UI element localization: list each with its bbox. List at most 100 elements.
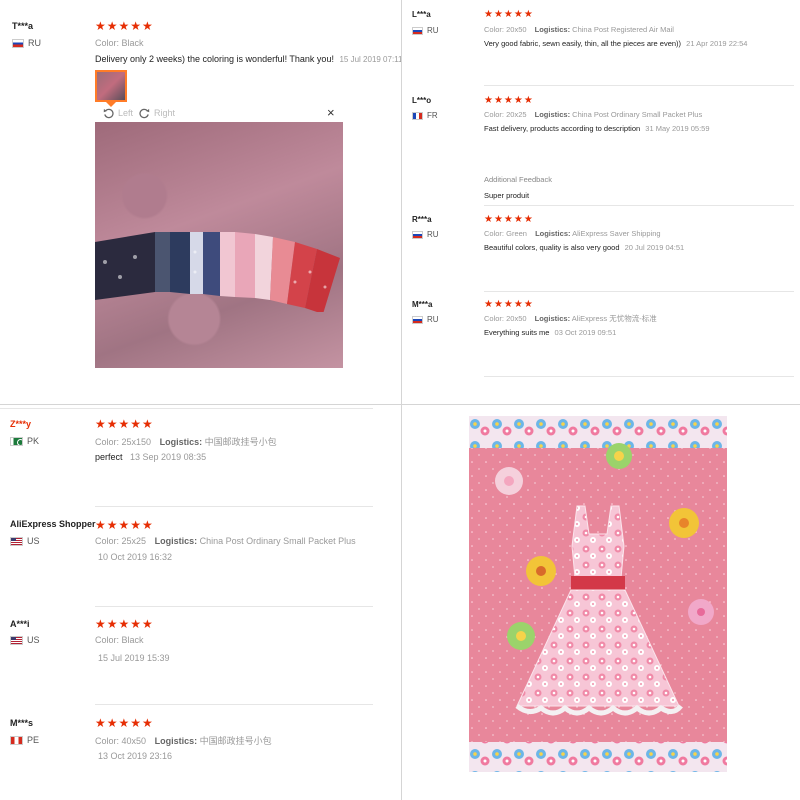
rating-stars: ★★★★★ — [95, 19, 154, 33]
country-code: PK — [27, 436, 40, 446]
reviewer-country: RU — [412, 315, 439, 324]
review-item: L***a RU ★★★★★ Color: 20x50 Logistics: C… — [402, 0, 800, 86]
color-label: Color: — [95, 38, 120, 48]
logistics-value: 中国邮政挂号小包 — [199, 736, 272, 746]
country-code: PE — [27, 735, 40, 745]
additional-feedback-label: Additional Feedback — [484, 175, 552, 184]
order-info: Color: 20x50 Logistics: China Post Regis… — [484, 25, 674, 34]
review-body: Very good fabric, sewn easily, thin, all… — [484, 39, 682, 48]
color-value: 40x50 — [121, 736, 147, 746]
review-date: 15 Jul 2019 07:11 — [339, 55, 401, 64]
close-icon[interactable]: × — [327, 105, 335, 120]
reviewer-name: R***a — [412, 215, 432, 224]
color-value: Black — [121, 635, 144, 645]
reviewer-name: M***a — [412, 300, 433, 309]
reviewer-country: RU — [12, 38, 41, 48]
reviewer-name: L***o — [412, 96, 432, 105]
reviewer-country: PK — [10, 436, 39, 446]
order-info: Color: 25x25 Logistics: China Post Ordin… — [95, 536, 356, 546]
top-right-panel: L***a RU ★★★★★ Color: 20x50 Logistics: C… — [402, 0, 800, 404]
vertical-divider — [401, 0, 402, 800]
country-code: RU — [427, 230, 439, 239]
order-info: Color: Black — [95, 635, 144, 645]
review-item: A***i US ★★★★★ Color: Black 15 Jul 2019 … — [0, 607, 401, 707]
order-info: Color: 20x25 Logistics: China Post Ordin… — [484, 110, 702, 119]
review-date: 13 Oct 2019 23:16 — [98, 751, 173, 761]
color-label: Color: — [484, 314, 505, 323]
flag-ru-icon — [412, 230, 423, 239]
flag-us-icon — [10, 536, 23, 546]
reviewer-name: M***s — [10, 718, 34, 728]
color-value: Green — [506, 229, 527, 238]
review-item: R***a RU ★★★★★ Color: Green Logistics: A… — [402, 206, 800, 292]
review-text: Beautiful colors, quality is also very g… — [484, 243, 684, 252]
color-label: Color: — [95, 736, 120, 746]
review-text: perfect 13 Sep 2019 08:35 — [95, 452, 206, 462]
review-photo-thumbnail[interactable] — [95, 70, 127, 102]
rating-stars: ★★★★★ — [95, 617, 154, 631]
reviewer-name: AliExpress Shopper — [10, 519, 96, 529]
rotate-left-label[interactable]: Left — [118, 108, 133, 118]
bottom-left-panel: Z***y PK ★★★★★ Color: 25x150 Logistics: … — [0, 405, 401, 800]
review-body: Everything suits me — [484, 328, 550, 337]
reviewer-country: FR — [412, 111, 438, 120]
review-body: Beautiful colors, quality is also very g… — [484, 243, 620, 252]
logistics-value: China Post Ordinary Small Packet Plus — [572, 110, 703, 119]
review-text: Delivery only 2 weeks) the coloring is w… — [95, 54, 401, 64]
color-value: Black — [121, 38, 144, 48]
review-body: Fast delivery, products according to des… — [484, 124, 641, 133]
color-label: Color: — [95, 437, 120, 447]
fabric-fan-image — [95, 232, 340, 312]
review-date: 15 Jul 2019 15:39 — [98, 653, 170, 663]
review-separator — [484, 376, 794, 377]
country-code: US — [27, 536, 40, 546]
reviewer-country: US — [10, 635, 40, 645]
color-label: Color: — [95, 635, 120, 645]
review-text: Everything suits me 03 Oct 2019 09:51 — [484, 328, 616, 337]
reviewer-country: RU — [412, 230, 439, 239]
rating-stars: ★★★★★ — [484, 214, 534, 225]
order-info: Color: 25x150 Logistics: 中国邮政挂号小包 — [95, 435, 277, 448]
dress-collage-photo — [469, 416, 727, 772]
rating-stars: ★★★★★ — [484, 9, 534, 20]
photo-viewer-toolbar: Left Right × — [95, 105, 343, 122]
dress-artwork-image — [469, 416, 727, 772]
logistics-value: 中国邮政挂号小包 — [204, 437, 277, 447]
color-info: Color: Black — [95, 38, 144, 48]
reviewer-name: Z***y — [10, 419, 32, 429]
review-item: M***s PE ★★★★★ Color: 40x50 Logistics: 中… — [0, 707, 401, 800]
review-text: Very good fabric, sewn easily, thin, all… — [484, 39, 747, 48]
reviewer-country: PE — [10, 735, 39, 745]
order-info: Color: 40x50 Logistics: 中国邮政挂号小包 — [95, 734, 272, 747]
review-date: 20 Jul 2019 04:51 — [624, 243, 685, 252]
color-label: Color: — [95, 536, 120, 546]
country-code: FR — [427, 111, 438, 120]
review-item: M***a RU ★★★★★ Color: 20x50 Logistics: A… — [402, 291, 800, 377]
review-text: Fast delivery, products according to des… — [484, 124, 710, 133]
color-value: 20x50 — [506, 25, 527, 34]
rotate-left-icon[interactable] — [103, 108, 114, 119]
country-code: RU — [427, 315, 439, 324]
reviewer-name: L***a — [412, 10, 431, 19]
color-value: 20x50 — [506, 314, 527, 323]
country-code: US — [27, 635, 40, 645]
logistics-value: China Post Ordinary Small Packet Plus — [199, 536, 356, 546]
rating-stars: ★★★★★ — [484, 95, 534, 106]
rotate-right-label[interactable]: Right — [154, 108, 175, 118]
rotate-right-icon[interactable] — [139, 108, 150, 119]
review-item: Z***y PK ★★★★★ Color: 25x150 Logistics: … — [0, 405, 401, 507]
review-date: 03 Oct 2019 09:51 — [554, 328, 617, 337]
additional-feedback-text: Super produit — [484, 191, 530, 200]
flag-ru-icon — [412, 26, 423, 35]
review-date: 31 May 2019 05:59 — [645, 124, 710, 133]
review-separator — [95, 704, 373, 705]
reviewer-name: T***a — [12, 21, 34, 31]
country-code: RU — [28, 38, 41, 48]
rating-stars: ★★★★★ — [95, 716, 154, 730]
color-value: 20x25 — [506, 110, 527, 119]
flag-pe-icon — [10, 735, 23, 745]
logistics-label: Logistics: — [534, 25, 571, 34]
horizontal-divider — [0, 404, 800, 405]
review-photo-large — [95, 122, 343, 368]
logistics-value: AliExpress Saver Shipping — [572, 229, 661, 238]
